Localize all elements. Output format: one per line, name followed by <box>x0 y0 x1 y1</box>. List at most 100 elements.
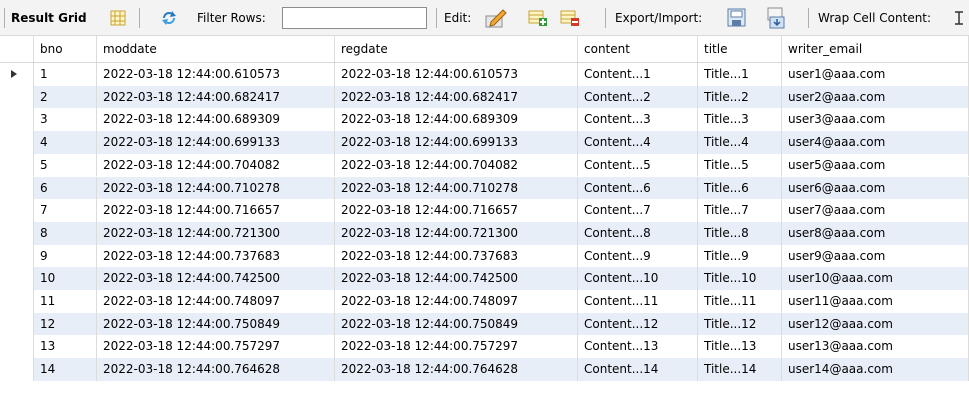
cell-moddate[interactable]: 2022-03-18 12:44:00.710278 <box>97 176 335 200</box>
import-icon[interactable] <box>766 7 786 29</box>
cell-regdate[interactable]: 2022-03-18 12:44:00.757297 <box>335 335 578 359</box>
cell-title[interactable]: Title...10 <box>698 267 782 290</box>
cell-regdate[interactable]: 2022-03-18 12:44:00.750849 <box>335 312 578 336</box>
cell-title[interactable]: Title...3 <box>698 108 782 132</box>
cell-regdate[interactable]: 2022-03-18 12:44:00.764628 <box>335 358 578 381</box>
cell-regdate[interactable]: 2022-03-18 12:44:00.737683 <box>335 244 578 268</box>
refresh-icon[interactable] <box>160 9 178 27</box>
cell-bno[interactable]: 4 <box>34 131 97 154</box>
cell-content[interactable]: Content...7 <box>578 199 698 222</box>
cell-moddate[interactable]: 2022-03-18 12:44:00.721300 <box>97 221 335 245</box>
column-header-writer-email[interactable]: writer_email <box>782 36 969 62</box>
table-row[interactable]: 12 2022-03-18 12:44:00.750849 2022-03-18 1… <box>0 312 969 336</box>
cell-bno[interactable]: 9 <box>34 244 97 268</box>
cell-bno[interactable]: 2 <box>34 85 97 109</box>
cell-title[interactable]: Title...2 <box>698 85 782 109</box>
cell-moddate[interactable]: 2022-03-18 12:44:00.742500 <box>97 267 335 290</box>
cell-regdate[interactable]: 2022-03-18 12:44:00.742500 <box>335 267 578 290</box>
cell-title[interactable]: Title...4 <box>698 131 782 154</box>
cell-title[interactable]: Title...13 <box>698 335 782 359</box>
cell-content[interactable]: Content...2 <box>578 85 698 109</box>
column-header-regdate[interactable]: regdate <box>335 36 578 62</box>
row-indicator[interactable] <box>0 85 34 109</box>
row-indicator[interactable] <box>0 199 34 222</box>
cell-writer-email[interactable]: user3@aaa.com <box>782 108 969 132</box>
cell-title[interactable]: Title...1 <box>698 63 782 86</box>
cell-bno[interactable]: 7 <box>34 199 97 222</box>
cell-moddate[interactable]: 2022-03-18 12:44:00.610573 <box>97 63 335 86</box>
row-indicator[interactable] <box>0 358 34 381</box>
cell-writer-email[interactable]: user5@aaa.com <box>782 153 969 177</box>
add-row-icon[interactable] <box>528 9 548 27</box>
cell-title[interactable]: Title...8 <box>698 221 782 245</box>
table-row[interactable]: 13 2022-03-18 12:44:00.757297 2022-03-18 1… <box>0 335 969 359</box>
row-indicator[interactable] <box>0 244 34 268</box>
cell-regdate[interactable]: 2022-03-18 12:44:00.704082 <box>335 153 578 177</box>
table-row[interactable]: 10 2022-03-18 12:44:00.742500 2022-03-18 1… <box>0 267 969 290</box>
export-icon[interactable] <box>727 8 747 28</box>
cell-writer-email[interactable]: user7@aaa.com <box>782 199 969 222</box>
cell-writer-email[interactable]: user4@aaa.com <box>782 131 969 154</box>
wrap-cell-icon[interactable] <box>953 10 965 26</box>
cell-writer-email[interactable]: user2@aaa.com <box>782 85 969 109</box>
table-row[interactable]: 9 2022-03-18 12:44:00.737683 2022-03-18 12… <box>0 244 969 268</box>
cell-writer-email[interactable]: user13@aaa.com <box>782 335 969 359</box>
cell-regdate[interactable]: 2022-03-18 12:44:00.710278 <box>335 176 578 200</box>
table-row[interactable]: 8 2022-03-18 12:44:00.721300 2022-03-18 12… <box>0 221 969 245</box>
cell-bno[interactable]: 5 <box>34 153 97 177</box>
grid-view-icon[interactable] <box>110 10 126 26</box>
row-indicator[interactable] <box>0 221 34 245</box>
cell-writer-email[interactable]: user12@aaa.com <box>782 312 969 336</box>
cell-content[interactable]: Content...3 <box>578 108 698 132</box>
cell-title[interactable]: Title...9 <box>698 244 782 268</box>
table-row[interactable]: 4 2022-03-18 12:44:00.699133 2022-03-18 12… <box>0 131 969 154</box>
column-header-bno[interactable]: bno <box>34 36 97 62</box>
cell-writer-email[interactable]: user6@aaa.com <box>782 176 969 200</box>
cell-moddate[interactable]: 2022-03-18 12:44:00.764628 <box>97 358 335 381</box>
table-row[interactable]: 14 2022-03-18 12:44:00.764628 2022-03-18 1… <box>0 358 969 381</box>
table-row[interactable]: 5 2022-03-18 12:44:00.704082 2022-03-18 12… <box>0 153 969 177</box>
cell-writer-email[interactable]: user8@aaa.com <box>782 221 969 245</box>
delete-row-icon[interactable] <box>560 9 580 27</box>
cell-regdate[interactable]: 2022-03-18 12:44:00.748097 <box>335 290 578 313</box>
row-indicator[interactable] <box>0 63 34 86</box>
column-header-moddate[interactable]: moddate <box>97 36 335 62</box>
cell-regdate[interactable]: 2022-03-18 12:44:00.689309 <box>335 108 578 132</box>
cell-moddate[interactable]: 2022-03-18 12:44:00.689309 <box>97 108 335 132</box>
cell-moddate[interactable]: 2022-03-18 12:44:00.716657 <box>97 199 335 222</box>
cell-content[interactable]: Content...8 <box>578 221 698 245</box>
cell-content[interactable]: Content...1 <box>578 63 698 86</box>
cell-content[interactable]: Content...9 <box>578 244 698 268</box>
table-row[interactable]: 1 2022-03-18 12:44:00.610573 2022-03-18 12… <box>0 63 969 86</box>
cell-writer-email[interactable]: user9@aaa.com <box>782 244 969 268</box>
cell-moddate[interactable]: 2022-03-18 12:44:00.737683 <box>97 244 335 268</box>
cell-moddate[interactable]: 2022-03-18 12:44:00.757297 <box>97 335 335 359</box>
filter-rows-input[interactable] <box>282 7 427 29</box>
cell-moddate[interactable]: 2022-03-18 12:44:00.704082 <box>97 153 335 177</box>
row-indicator[interactable] <box>0 312 34 336</box>
cell-bno[interactable]: 12 <box>34 312 97 336</box>
column-header-content[interactable]: content <box>578 36 698 62</box>
cell-content[interactable]: Content...11 <box>578 290 698 313</box>
cell-title[interactable]: Title...5 <box>698 153 782 177</box>
cell-content[interactable]: Content...13 <box>578 335 698 359</box>
cell-bno[interactable]: 3 <box>34 108 97 132</box>
cell-content[interactable]: Content...12 <box>578 312 698 336</box>
cell-writer-email[interactable]: user11@aaa.com <box>782 290 969 313</box>
cell-content[interactable]: Content...6 <box>578 176 698 200</box>
cell-title[interactable]: Title...11 <box>698 290 782 313</box>
row-indicator[interactable] <box>0 108 34 132</box>
cell-moddate[interactable]: 2022-03-18 12:44:00.748097 <box>97 290 335 313</box>
row-indicator[interactable] <box>0 131 34 154</box>
table-row[interactable]: 7 2022-03-18 12:44:00.716657 2022-03-18 12… <box>0 199 969 222</box>
cell-title[interactable]: Title...7 <box>698 199 782 222</box>
row-indicator[interactable] <box>0 153 34 177</box>
cell-bno[interactable]: 11 <box>34 290 97 313</box>
cell-regdate[interactable]: 2022-03-18 12:44:00.721300 <box>335 221 578 245</box>
cell-moddate[interactable]: 2022-03-18 12:44:00.682417 <box>97 85 335 109</box>
row-indicator[interactable] <box>0 335 34 359</box>
cell-writer-email[interactable]: user10@aaa.com <box>782 267 969 290</box>
cell-moddate[interactable]: 2022-03-18 12:44:00.699133 <box>97 131 335 154</box>
cell-bno[interactable]: 13 <box>34 335 97 359</box>
cell-content[interactable]: Content...4 <box>578 131 698 154</box>
